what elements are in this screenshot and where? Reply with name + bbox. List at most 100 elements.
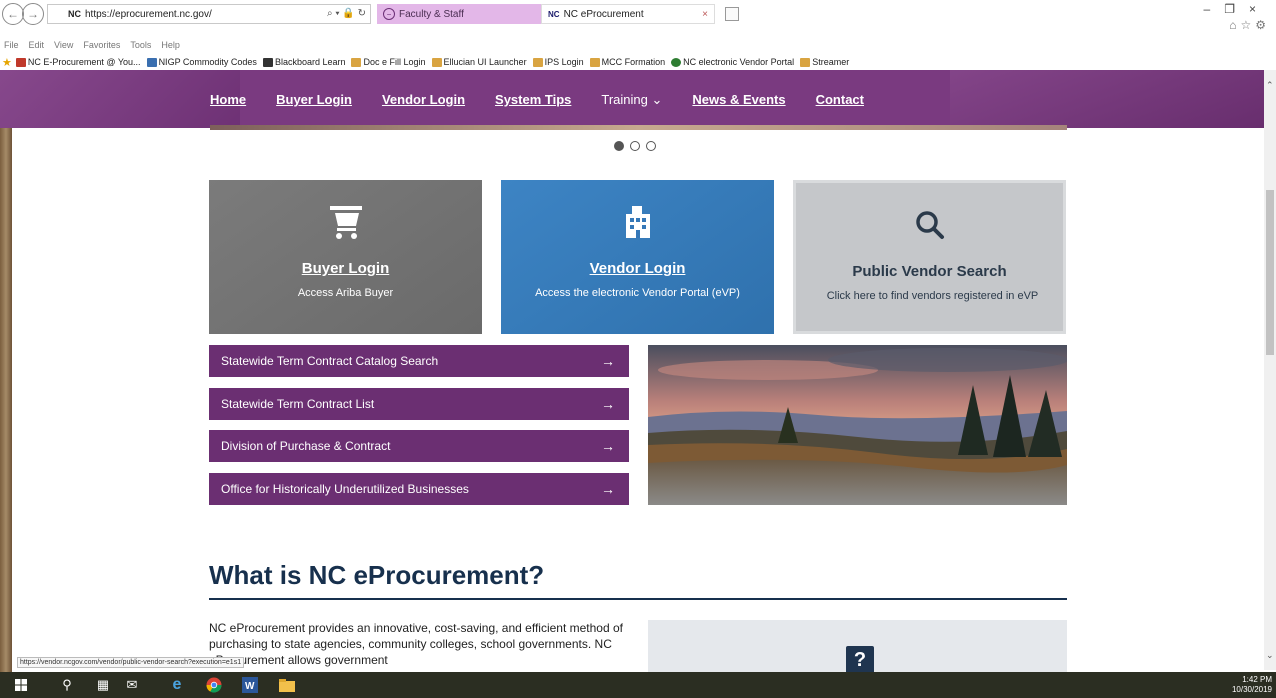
favorite-link[interactable]: Doc e Fill Login xyxy=(351,57,426,67)
favorites-bar: ★ NC E-Procurement @ You... NIGP Commodi… xyxy=(0,55,855,69)
scroll-up-icon[interactable]: ⌃ xyxy=(1266,80,1274,91)
clock-time: 1:42 PM xyxy=(1242,675,1272,684)
scroll-thumb[interactable] xyxy=(1266,190,1274,355)
menu-edit[interactable]: Edit xyxy=(29,40,45,54)
question-icon[interactable]: ? xyxy=(846,646,874,674)
public-vendor-search-desc: Click here to find vendors registered in… xyxy=(826,290,1039,302)
building-icon xyxy=(501,202,774,242)
favorite-link[interactable]: NC electronic Vendor Portal xyxy=(671,57,794,67)
hero-image-edge xyxy=(210,125,1067,130)
favorites-star-icon[interactable]: ★ xyxy=(2,56,12,69)
new-tab-button[interactable] xyxy=(725,7,739,21)
menu-view[interactable]: View xyxy=(54,40,73,54)
vendor-login-desc: Access the electronic Vendor Portal (eVP… xyxy=(535,287,740,299)
menu-favorites[interactable]: Favorites xyxy=(83,40,120,54)
page-scrollbar[interactable]: ⌃ ⌄ xyxy=(1264,70,1276,670)
section-title: What is NC eProcurement? xyxy=(209,560,545,590)
search-icon[interactable]: ⚲ xyxy=(58,676,76,694)
fav-icon xyxy=(351,57,362,67)
statewide-contract-list-link[interactable]: Statewide Term Contract List → xyxy=(209,388,629,420)
task-view-icon[interactable]: ▦ xyxy=(94,676,112,694)
statewide-catalog-search-link[interactable]: Statewide Term Contract Catalog Search → xyxy=(209,345,629,377)
search-icon xyxy=(796,205,1063,245)
url-text: https://eprocurement.nc.gov/ xyxy=(85,8,212,20)
link-label: Office for Historically Underutilized Bu… xyxy=(221,482,469,496)
nc-icon: NC xyxy=(548,9,560,19)
purchase-contract-division-link[interactable]: Division of Purchase & Contract → xyxy=(209,430,629,462)
file-explorer-icon[interactable] xyxy=(278,676,296,694)
fav-icon xyxy=(146,57,157,67)
menu-help[interactable]: Help xyxy=(161,40,180,54)
carousel-dot[interactable] xyxy=(646,141,656,151)
vendor-login-title[interactable]: Vendor Login xyxy=(501,260,774,277)
windows-taskbar: ⚲ ▦ ✉ e W 1:42 PM 10/30/2019 xyxy=(0,672,1276,698)
back-button[interactable]: ← xyxy=(2,3,24,25)
internet-explorer-icon[interactable]: e xyxy=(168,676,186,694)
menu-file[interactable]: File xyxy=(4,40,19,54)
public-vendor-search-title[interactable]: Public Vendor Search xyxy=(796,263,1063,280)
taskbar-clock[interactable]: 1:42 PM 10/30/2019 xyxy=(1232,675,1272,695)
word-icon[interactable]: W xyxy=(241,676,259,694)
forward-button[interactable]: → xyxy=(22,3,44,25)
nav-vendor-login[interactable]: Vendor Login xyxy=(382,92,465,108)
nav-home[interactable]: Home xyxy=(210,92,246,108)
menu-bar: File Edit View Favorites Tools Help xyxy=(0,40,180,54)
arrow-right-icon: → xyxy=(601,353,615,369)
tab-faculty-staff[interactable]: − Faculty & Staff xyxy=(377,4,541,24)
vendor-login-card[interactable]: Vendor Login Access the electronic Vendo… xyxy=(501,180,774,334)
svg-text:W: W xyxy=(245,681,255,692)
hub-office-link[interactable]: Office for Historically Underutilized Bu… xyxy=(209,473,629,505)
chrome-icon[interactable] xyxy=(205,676,223,694)
globe-icon: − xyxy=(383,8,395,20)
favorite-link[interactable]: IPS Login xyxy=(532,57,584,67)
tab-label: NC eProcurement xyxy=(563,8,644,20)
close-tab-icon[interactable]: × xyxy=(702,9,708,20)
windows-start-icon[interactable] xyxy=(12,676,30,694)
arrow-right-icon: → xyxy=(601,396,615,412)
home-favorites-settings-icons[interactable]: ⌂☆⚙ xyxy=(1229,18,1270,32)
tab-label: Faculty & Staff xyxy=(399,8,464,20)
main-nav: Home Buyer Login Vendor Login System Tip… xyxy=(210,92,864,108)
window-controls[interactable]: –❐× xyxy=(1204,2,1270,16)
carousel-dot[interactable] xyxy=(630,141,640,151)
shopping-cart-icon xyxy=(209,202,482,242)
carousel-indicators xyxy=(614,141,656,151)
favorite-link[interactable]: Ellucian UI Launcher xyxy=(431,57,527,67)
about-paragraph: NC eProcurement provides an innovative, … xyxy=(209,621,623,667)
nav-buyer-login[interactable]: Buyer Login xyxy=(276,92,352,108)
arrow-right-icon: → xyxy=(601,438,615,454)
buyer-login-title[interactable]: Buyer Login xyxy=(209,260,482,277)
fav-icon xyxy=(800,57,811,67)
landscape-photo xyxy=(648,345,1067,505)
address-bar[interactable]: NC https://eprocurement.nc.gov/ ⌕ ▾ 🔒 ↻ xyxy=(47,4,371,24)
link-label: Division of Purchase & Contract xyxy=(221,439,391,453)
public-vendor-search-card[interactable]: Public Vendor Search Click here to find … xyxy=(793,180,1066,334)
favorite-link[interactable]: MCC Formation xyxy=(589,57,665,67)
buyer-login-card[interactable]: Buyer Login Access Ariba Buyer xyxy=(209,180,482,334)
nav-contact[interactable]: Contact xyxy=(816,92,864,108)
nav-news-events[interactable]: News & Events xyxy=(692,92,785,108)
menu-tools[interactable]: Tools xyxy=(130,40,151,54)
nav-system-tips[interactable]: System Tips xyxy=(495,92,571,108)
status-bar-url: https://vendor.ncgov.com/vendor/public-v… xyxy=(17,657,245,668)
favorite-link[interactable]: Streamer xyxy=(800,57,849,67)
scroll-down-icon[interactable]: ⌄ xyxy=(1266,650,1274,661)
search-refresh-icon[interactable]: ⌕ ▾ 🔒 ↻ xyxy=(327,8,366,19)
help-panel: ? xyxy=(648,620,1067,674)
fav-icon xyxy=(15,57,26,67)
buyer-login-desc: Access Ariba Buyer xyxy=(297,287,394,299)
favorite-link[interactable]: NIGP Commodity Codes xyxy=(146,57,257,67)
site-header: Home Buyer Login Vendor Login System Tip… xyxy=(0,70,1276,128)
arrow-right-icon: → xyxy=(601,481,615,497)
nav-training-dropdown[interactable]: Training ⌄ xyxy=(601,92,662,108)
header-decoration xyxy=(0,70,240,128)
fav-icon xyxy=(671,57,682,67)
carousel-dot[interactable] xyxy=(614,141,624,151)
site-badge: NC xyxy=(68,9,81,19)
mail-icon[interactable]: ✉ xyxy=(123,676,141,694)
tab-nc-eprocurement[interactable]: NC NC eProcurement × xyxy=(541,4,715,24)
link-label: Statewide Term Contract List xyxy=(221,397,375,411)
favorite-link[interactable]: NC E-Procurement @ You... xyxy=(15,57,141,67)
favorite-link[interactable]: Blackboard Learn xyxy=(262,57,345,67)
fav-icon xyxy=(262,57,273,67)
